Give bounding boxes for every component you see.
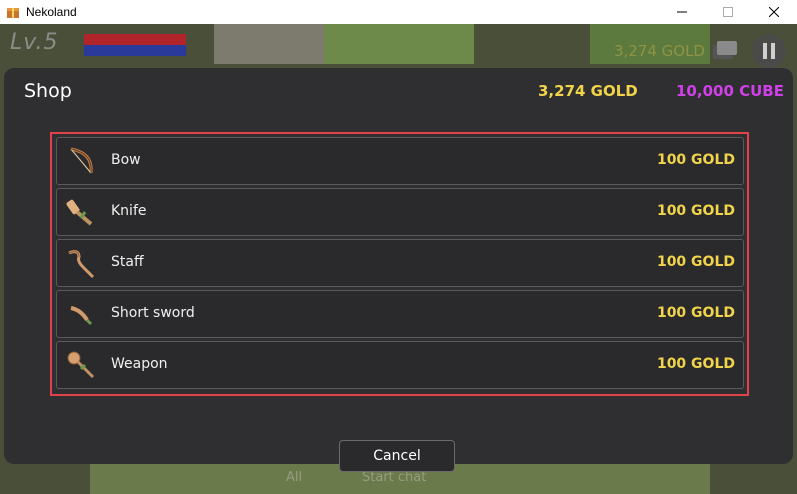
- shop-item-short-sword[interactable]: Short sword 100 GOLD: [56, 290, 744, 338]
- inventory-button[interactable]: [708, 34, 742, 68]
- shop-item-staff[interactable]: Staff 100 GOLD: [56, 239, 744, 287]
- item-price: 100 GOLD: [656, 356, 735, 372]
- short-sword-icon: [70, 306, 93, 326]
- close-icon: [769, 7, 779, 17]
- bow-icon: [70, 147, 93, 174]
- shop-item-knife[interactable]: Knife 100 GOLD: [56, 188, 744, 236]
- gift-box-icon: [7, 8, 19, 18]
- item-price: 100 GOLD: [656, 305, 735, 321]
- maximize-button[interactable]: [705, 0, 751, 24]
- close-button[interactable]: [751, 0, 797, 24]
- cancel-button[interactable]: Cancel: [339, 440, 455, 472]
- card-stack-icon: [713, 41, 737, 59]
- shop-title: Shop: [24, 80, 72, 102]
- item-name: Bow: [111, 152, 141, 168]
- background-building: [214, 24, 324, 64]
- cube-balance: 10,000 CUBE: [676, 82, 784, 100]
- knife-icon: [66, 199, 93, 226]
- hud-gold: 3,274 GOLD: [613, 42, 705, 60]
- item-name: Knife: [111, 203, 147, 219]
- window-title: Nekoland: [26, 5, 77, 19]
- item-name: Staff: [111, 254, 144, 270]
- pause-button[interactable]: [752, 34, 786, 68]
- pause-icon: [763, 43, 775, 59]
- minimize-icon: [677, 11, 687, 13]
- shop-item-bow[interactable]: Bow 100 GOLD: [56, 137, 744, 185]
- item-price: 100 GOLD: [656, 203, 735, 219]
- item-price: 100 GOLD: [656, 152, 735, 168]
- background-grass: [324, 24, 474, 64]
- window-titlebar: Nekoland: [0, 0, 797, 24]
- shop-item-weapon[interactable]: Weapon 100 GOLD: [56, 341, 744, 389]
- tab-all[interactable]: All: [286, 470, 302, 485]
- health-bar: [84, 34, 186, 56]
- shop-item-list: Bow 100 GOLD Knife 100 GOLD Staff 100 GO…: [50, 132, 749, 396]
- staff-icon: [68, 250, 95, 279]
- start-chat-button[interactable]: Start chat: [362, 470, 426, 485]
- gold-balance: 3,274 GOLD: [538, 82, 638, 100]
- game-area: Lv.5 3,274 GOLD All Start chat Shop 3,27…: [0, 24, 797, 494]
- shop-dialog: Shop 3,274 GOLD 10,000 CUBE Bow 100 GOLD: [4, 68, 793, 472]
- player-level: Lv.5: [10, 30, 59, 55]
- item-price: 100 GOLD: [656, 254, 735, 270]
- maximize-icon: [723, 7, 733, 17]
- minimize-button[interactable]: [659, 0, 705, 24]
- item-name: Short sword: [111, 305, 195, 321]
- item-name: Weapon: [111, 356, 168, 372]
- mace-icon: [67, 351, 95, 379]
